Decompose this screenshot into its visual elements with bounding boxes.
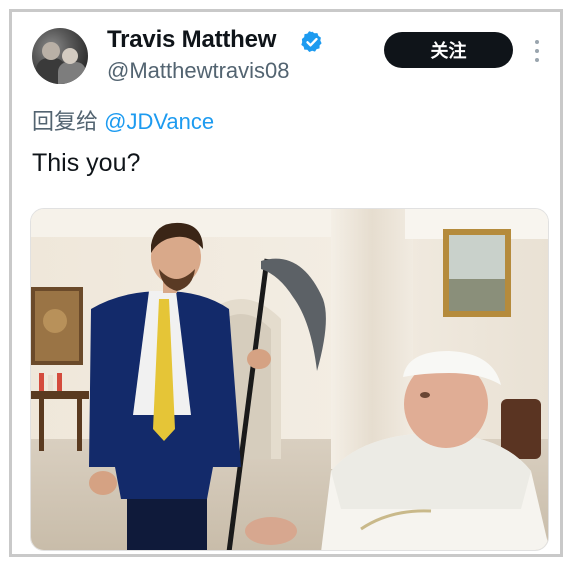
- reply-context: 回复给 @JDVance: [32, 104, 214, 136]
- follow-button[interactable]: 关注: [384, 32, 513, 68]
- tweet-card: Travis Matthew @Matthewtravis08 关注 回复给 @…: [9, 9, 563, 557]
- photo-illustration: [31, 209, 548, 550]
- more-vertical-icon[interactable]: [534, 40, 540, 62]
- reply-mention-link[interactable]: @JDVance: [104, 109, 214, 134]
- author-name[interactable]: Travis Matthew: [107, 26, 276, 54]
- author-handle[interactable]: @Matthewtravis08: [107, 58, 290, 84]
- reply-prefix: 回复给: [32, 109, 99, 134]
- verified-badge-icon: [301, 31, 322, 53]
- tweet-photo[interactable]: [30, 208, 549, 551]
- tweet-text: This you?: [32, 149, 141, 177]
- avatar[interactable]: [32, 28, 88, 84]
